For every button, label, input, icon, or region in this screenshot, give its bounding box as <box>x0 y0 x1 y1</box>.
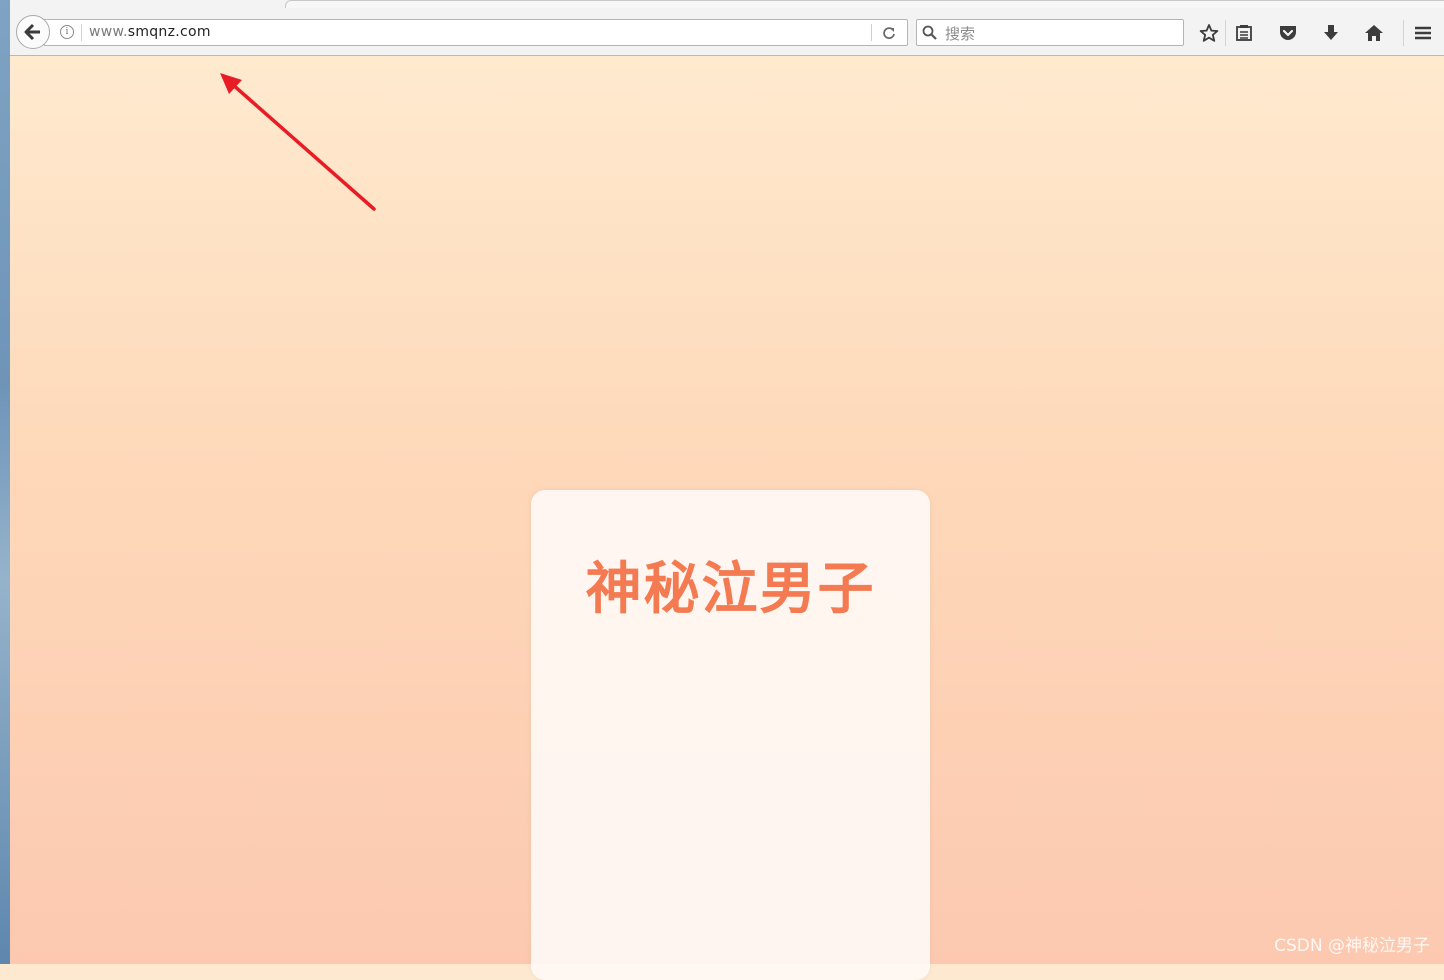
home-icon <box>1365 25 1383 41</box>
browser-toolbar: i www.smqnz.com 搜索 <box>10 0 1444 56</box>
url-text[interactable]: www.smqnz.com <box>89 24 211 40</box>
reading-list-icon <box>1236 25 1252 41</box>
search-bar[interactable]: 搜索 <box>916 19 1184 46</box>
back-button[interactable] <box>16 15 50 49</box>
pocket-icon <box>1280 26 1296 40</box>
bookmark-star-button[interactable] <box>1197 21 1221 45</box>
reload-button[interactable] <box>879 23 899 43</box>
reload-icon <box>883 27 895 39</box>
page-content: 神秘泣男子 CSDN @神秘泣男子 <box>10 56 1444 980</box>
info-icon[interactable]: i <box>60 25 74 39</box>
search-placeholder: 搜索 <box>945 25 976 43</box>
left-desktop-strip <box>0 0 10 964</box>
watermark: CSDN @神秘泣男子 <box>1274 936 1430 956</box>
url-separator <box>81 24 82 41</box>
tab-strip-edge <box>285 0 1444 8</box>
url-domain: smqnz.com <box>127 24 211 40</box>
download-button[interactable] <box>1319 21 1343 45</box>
menu-icon <box>1415 26 1431 40</box>
profile-card: 神秘泣男子 <box>531 490 930 980</box>
search-icon <box>922 25 937 40</box>
menu-button[interactable] <box>1411 21 1435 45</box>
reload-separator <box>871 24 872 41</box>
download-icon <box>1324 25 1338 40</box>
toolbar-separator <box>1225 20 1226 46</box>
url-bar[interactable]: i www.smqnz.com <box>44 19 908 46</box>
card-title: 神秘泣男子 <box>585 557 876 622</box>
back-arrow-icon <box>24 23 40 41</box>
bookmark-star-icon <box>1199 24 1219 42</box>
home-button[interactable] <box>1362 21 1386 45</box>
toolbar-separator <box>1403 20 1404 46</box>
pocket-button[interactable] <box>1276 21 1300 45</box>
reading-list-button[interactable] <box>1232 21 1256 45</box>
url-prefix: www. <box>89 24 128 40</box>
